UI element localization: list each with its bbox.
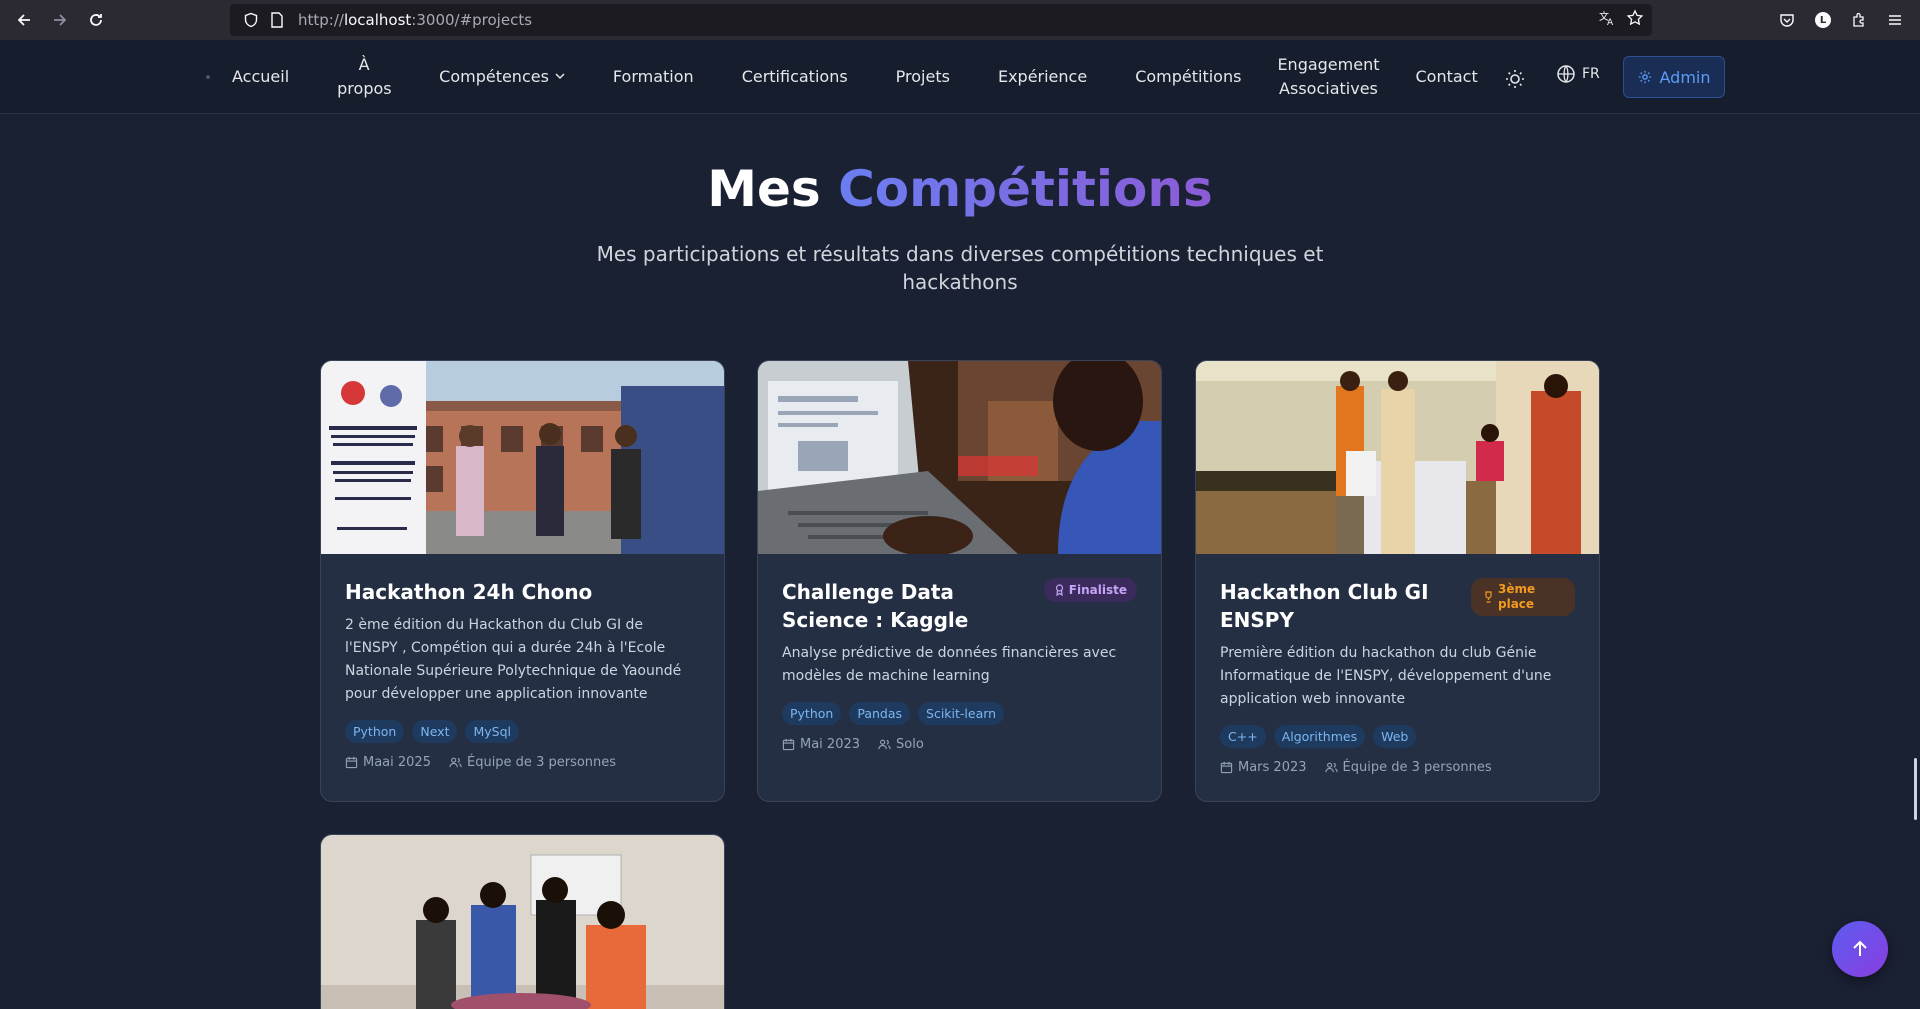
page-icon[interactable] [266, 9, 288, 31]
badge-label: Finaliste [1068, 583, 1127, 597]
tag: Scikit-learn [918, 702, 1005, 725]
nav-item-competences[interactable]: Compétences [439, 65, 565, 90]
status-badge: Finaliste [1043, 578, 1137, 602]
tag: Web [1373, 725, 1417, 748]
award-icon [1055, 584, 1063, 596]
url-text[interactable]: http://localhost:3000/#projects [298, 11, 532, 29]
extensions-icon[interactable] [1844, 5, 1874, 35]
menu-icon[interactable] [1880, 5, 1910, 35]
card-description: Analyse prédictive de données financière… [782, 645, 1117, 684]
users-icon [878, 739, 891, 750]
card-team: Équipe de 3 personnes [1342, 760, 1492, 775]
tag-list: Python Next MySql [345, 720, 700, 743]
theme-toggle-sun-icon[interactable] [1504, 68, 1526, 90]
card-title: Challenge Data Science : Kaggle [782, 580, 969, 632]
admin-button[interactable]: Admin [1623, 56, 1725, 98]
tag: MySql [465, 720, 519, 743]
tag-list: Python Pandas Scikit-learn [782, 702, 1137, 725]
nav-item-contact[interactable]: Contact [1416, 65, 1478, 89]
card-date: Mai 2023 [800, 737, 861, 752]
card-description: 2 ème édition du Hackathon du Club GI de… [345, 617, 682, 702]
nav-dot [206, 75, 210, 79]
tag: Next [412, 720, 458, 743]
admin-label: Admin [1659, 67, 1711, 87]
competition-card[interactable]: Challenge Data Science : Kaggle Finalist… [757, 360, 1162, 802]
card-photo [1196, 361, 1599, 554]
back-icon[interactable] [6, 0, 42, 40]
svg-text:A: A [1607, 18, 1614, 27]
scroll-to-top-button[interactable] [1832, 921, 1888, 977]
card-team: Équipe de 3 personnes [466, 755, 617, 770]
competition-card[interactable] [320, 834, 725, 1009]
browser-toolbar: http://localhost:3000/#projects 文A L [0, 0, 1920, 40]
card-photo [758, 361, 1161, 554]
scrollbar[interactable] [1914, 758, 1917, 820]
arrow-up-icon [1853, 940, 1867, 956]
card-meta: Maai 2025 Équipe de 3 personnes [345, 755, 700, 770]
nav-item-engagement[interactable]: Engagement Associatives [1277, 53, 1379, 101]
site-header: Accueil Àpropos Compétences Formation Ce… [0, 40, 1920, 114]
main-nav: Accueil Àpropos Compétences Formation Ce… [206, 40, 1526, 114]
nav-item-projets[interactable]: Projets [896, 65, 950, 89]
tag-list: C++ Algorithmes Web [1220, 725, 1575, 748]
section-title: Mes Compétitions [0, 160, 1920, 218]
card-title: Hackathon Club GI ENSPY [1220, 580, 1429, 632]
section-subtitle: Mes participations et résultats dans div… [596, 242, 1324, 294]
tag: Python [345, 720, 405, 743]
nav-item-experience[interactable]: Expérience [998, 65, 1087, 89]
chevron-down-icon [555, 65, 565, 89]
calendar-icon [345, 756, 358, 769]
nav-item-competitions[interactable]: Compétitions [1135, 65, 1241, 89]
language-switcher[interactable]: FR [1556, 64, 1600, 84]
competition-card[interactable]: Hackathon 24h Chono 2 ème édition du Hac… [320, 360, 725, 802]
url-bar[interactable]: http://localhost:3000/#projects 文A [230, 4, 1652, 36]
account-avatar[interactable]: L [1808, 5, 1838, 35]
card-meta: Mai 2023 Solo [782, 737, 1137, 752]
card-photo [321, 835, 724, 1009]
reload-icon[interactable] [78, 0, 114, 40]
card-team: Solo [896, 737, 924, 752]
nav-item-apropos-line1: À [358, 55, 370, 74]
badge-label: 3ème place [1498, 582, 1535, 612]
gear-icon [1638, 70, 1651, 84]
nav-item-engagement-line2: Associatives [1279, 79, 1378, 98]
trophy-icon [1485, 591, 1492, 603]
tag: Pandas [849, 702, 911, 725]
badge-label-line1: 3ème [1498, 582, 1536, 596]
card-description: Première édition du hackathon du club Gé… [1220, 645, 1552, 707]
tag: Algorithmes [1273, 725, 1366, 748]
nav-item-accueil[interactable]: Accueil [232, 65, 289, 89]
tag: Python [782, 702, 842, 725]
calendar-icon [782, 738, 795, 751]
nav-item-certifications[interactable]: Certifications [742, 65, 848, 89]
users-icon [1324, 762, 1338, 773]
calendar-icon [1220, 761, 1233, 774]
nav-item-apropos-line2: propos [337, 79, 392, 98]
status-badge: 3ème place [1471, 578, 1575, 616]
nav-item-apropos[interactable]: Àpropos [337, 53, 391, 101]
nav-item-competences-label: Compétences [439, 66, 549, 86]
card-title: Hackathon 24h Chono [345, 580, 593, 604]
users-icon [449, 757, 462, 768]
tag: C++ [1220, 725, 1266, 748]
badge-label-line2: place [1498, 597, 1535, 611]
nav-item-engagement-line1: Engagement [1277, 55, 1380, 74]
shield-icon[interactable] [240, 9, 262, 31]
card-meta: Mars 2023 Équipe de 3 personnes [1220, 760, 1575, 775]
section-title-plain: Mes [707, 160, 821, 218]
nav-item-formation[interactable]: Formation [613, 65, 694, 89]
section-title-accent: Compétitions [838, 160, 1213, 218]
globe-icon [1557, 65, 1575, 83]
card-date: Maai 2025 [363, 755, 431, 770]
translate-icon[interactable]: 文A [1598, 9, 1616, 31]
card-date: Mars 2023 [1238, 760, 1307, 775]
card-photo [321, 361, 724, 554]
language-label: FR [1582, 66, 1600, 82]
competition-card[interactable]: Hackathon Club GI ENSPY 3ème place Premiè… [1195, 360, 1600, 802]
pocket-icon[interactable] [1772, 5, 1802, 35]
forward-icon[interactable] [42, 0, 78, 40]
bookmark-star-icon[interactable] [1626, 9, 1644, 31]
